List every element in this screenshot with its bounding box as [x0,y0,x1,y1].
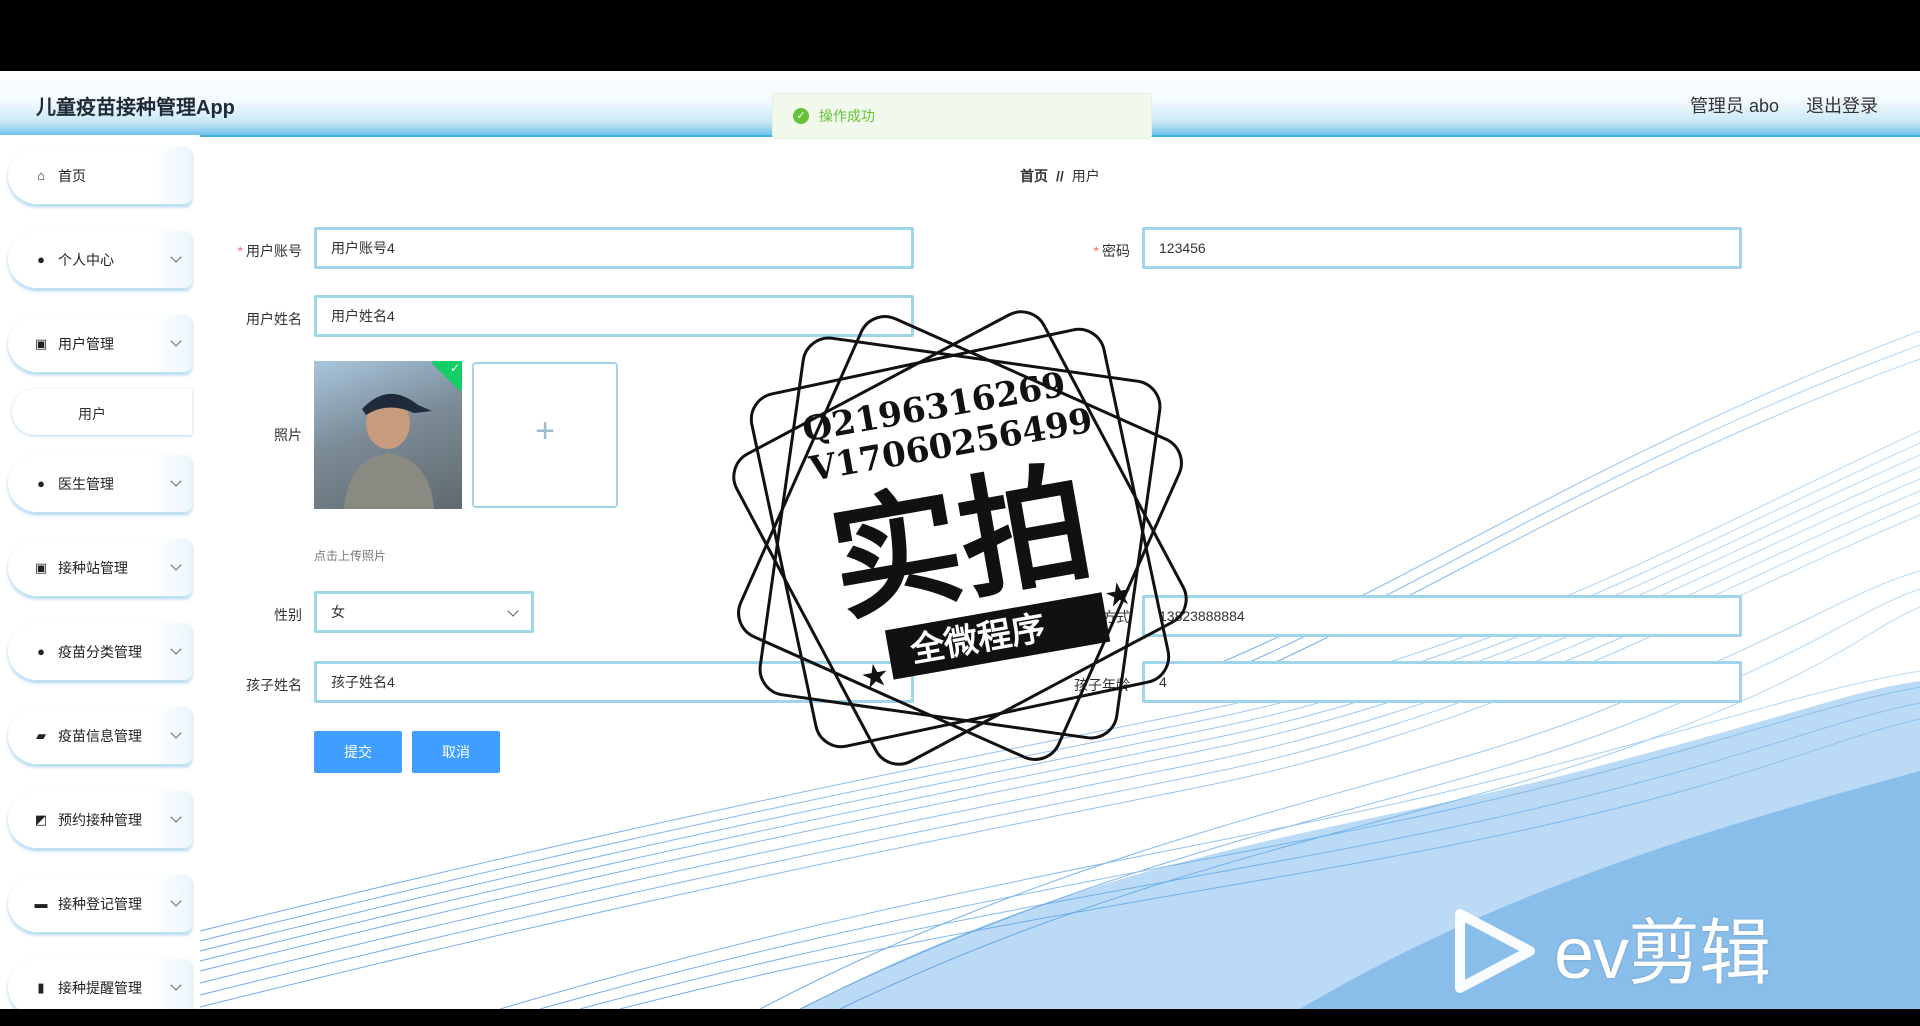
sidebar-item-vaccine-info[interactable]: ▰ 疫苗信息管理 [8,707,192,765]
chevron-down-icon [170,727,182,739]
badge-icon: ▣ [34,560,48,575]
main-content: 首页 // 用户 * 用户账号 用户账号4 * 密码 123456 用户姓名 用户姓名4… [200,135,1920,1009]
phone-input[interactable]: 13823888884 [1142,595,1742,637]
chevron-down-icon [170,811,182,823]
sidebar-item-reminder[interactable]: ▮ 接种提醒管理 [8,959,192,1009]
account-input[interactable]: 用户账号4 [314,227,914,269]
user-photo[interactable]: ✓ [314,361,462,509]
password-input[interactable]: 123456 [1142,227,1742,269]
sidebar-item-home[interactable]: ⌂ 首页 [8,147,192,205]
sidebar-item-label: 疫苗信息管理 [58,728,142,744]
password-label: * 密码 [1093,243,1130,259]
bulb-icon: ● [37,476,45,491]
app-title: 儿童疫苗接种管理App [36,97,235,119]
sidebar-item-personal-center[interactable]: ● 个人中心 [8,231,192,289]
sidebar-item-appointment[interactable]: ◩ 预约接种管理 [8,791,192,849]
child-name-label: 孩子姓名 [246,677,302,693]
sidebar-item-station-management[interactable]: ▣ 接种站管理 [8,539,192,597]
sidebar: ⌂ 首页 ● 个人中心 ▣ 用户管理 用户 ● 医生管理 ▣ 接种站管理 ● 疫 [0,135,200,1009]
child-age-input[interactable]: 4 [1142,661,1742,703]
user-area: 管理员 abo 退出登录 [1668,92,1878,118]
account-label: * 用户账号 [237,243,302,259]
plus-icon: + [535,412,555,450]
phone-label: 方式 [1102,609,1130,625]
breadcrumb-current: 用户 [1071,168,1100,184]
chevron-down-icon [170,979,182,991]
chart-icon: ◩ [34,812,48,827]
sidebar-item-registration[interactable]: ▬ 接种登记管理 [8,875,192,933]
chevron-down-icon [170,475,182,487]
sidebar-item-user-management[interactable]: ▣ 用户管理 [8,315,192,373]
sidebar-item-vaccine-category[interactable]: ● 疫苗分类管理 [8,623,192,681]
cancel-button[interactable]: 取消 [412,731,500,773]
submit-button[interactable]: 提交 [314,731,402,773]
check-icon: ✓ [449,361,460,375]
logout-link[interactable]: 退出登录 [1806,96,1878,116]
bar-chart-icon: ▮ [37,980,45,995]
sidebar-item-label: 预约接种管理 [58,812,142,828]
admin-name: 管理员 abo [1689,96,1779,116]
user-icon: ● [37,644,45,659]
sidebar-item-label: 首页 [58,168,86,184]
person-avatar-icon [344,393,434,509]
photo-label: 照片 [274,427,302,443]
name-label: 用户姓名 [246,311,302,327]
user-icon: ● [37,252,45,267]
chevron-down-icon [170,335,182,347]
photo-uploader[interactable]: + [472,362,618,508]
clipboard-icon: ▣ [34,336,48,351]
child-name-input[interactable]: 孩子姓名4 [314,661,914,703]
sidebar-item-doctor-management[interactable]: ● 医生管理 [8,455,192,513]
upload-hint: 点击上传照片 [314,549,387,563]
sidebar-item-label: 接种提醒管理 [58,980,142,996]
breadcrumb: 首页 // 用户 [1020,166,1100,186]
sidebar-item-label: 用户管理 [58,336,114,352]
sidebar-item-label: 接种登记管理 [58,896,142,912]
sidebar-subitem-user[interactable]: 用户 [12,389,192,435]
sidebar-item-label: 个人中心 [58,252,114,268]
toast-message: 操作成功 [819,108,875,124]
home-icon: ⌂ [37,168,45,183]
sidebar-subitem-label: 用户 [78,406,106,422]
app-window: 儿童疫苗接种管理App 管理员 abo 退出登录 ✓ 操作成功 ⌂ 首页 ● 个… [0,71,1920,1009]
monitor-icon: ▬ [34,896,48,911]
child-age-label: 孩子年龄 [1074,677,1130,693]
chevron-down-icon [170,895,182,907]
success-toast: ✓ 操作成功 [772,93,1152,139]
breadcrumb-separator: // [1056,168,1064,184]
check-circle-icon: ✓ [793,108,809,124]
chevron-down-icon [170,643,182,655]
gender-select-value: 女 [331,604,345,620]
sidebar-item-label: 接种站管理 [58,560,128,576]
gender-label: 性别 [274,607,302,623]
chevron-down-icon [170,559,182,571]
name-input[interactable]: 用户姓名4 [314,295,914,337]
chevron-down-icon [170,251,182,263]
hand-icon: ▰ [36,728,46,743]
chevron-down-icon [507,605,519,617]
sidebar-item-label: 医生管理 [58,476,114,492]
sidebar-item-label: 疫苗分类管理 [58,644,142,660]
gender-select[interactable]: 女 [314,591,534,633]
breadcrumb-home[interactable]: 首页 [1020,168,1048,184]
